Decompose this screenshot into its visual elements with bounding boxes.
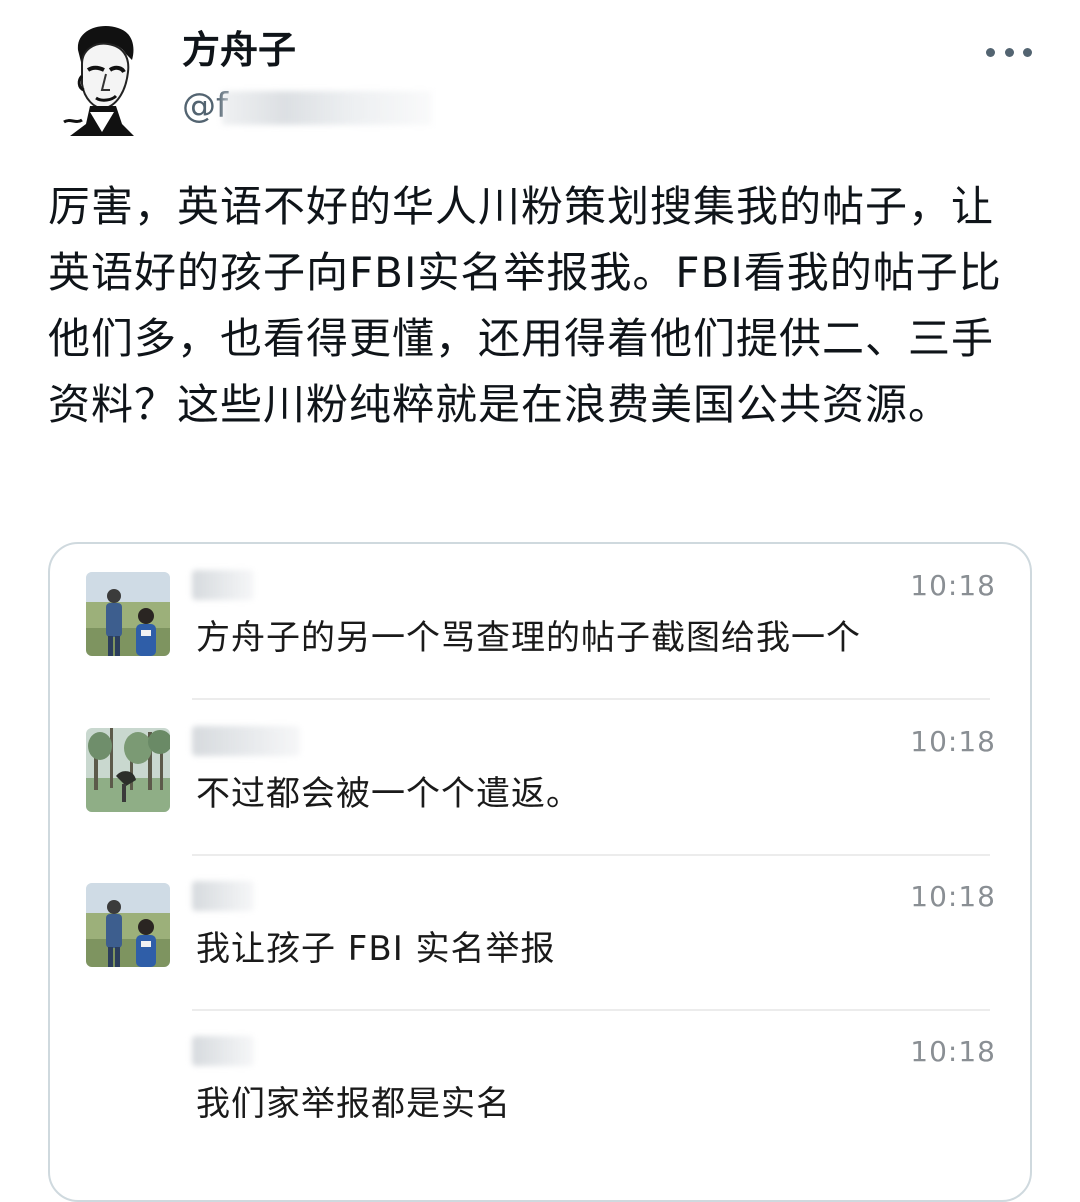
handle-redaction-blur (221, 90, 432, 125)
chat-message: 10:18 我让孩子 FBI 实名举报 (50, 855, 1030, 1011)
post-text: 厉害，英语不好的华人川粉策划搜集我的帖子，让英语好的孩子向FBI实名举报我。FB… (48, 182, 1002, 429)
more-dot-icon (1023, 47, 1032, 57)
chat-message-text: 我让孩子 FBI 实名举报 (196, 929, 556, 969)
chat-avatar (86, 883, 170, 967)
chat-timestamp: 10:18 (910, 880, 996, 913)
chat-timestamp: 10:18 (910, 569, 996, 602)
park-trees-photo-icon (86, 728, 170, 812)
author-avatar[interactable] (60, 20, 144, 136)
chat-message-text: 方舟子的另一个骂查理的帖子截图给我一个 (196, 618, 861, 658)
chat-message-text: 不过都会被一个个遣返。 (196, 774, 581, 814)
chat-sender-redaction (192, 881, 254, 911)
author-portrait-icon (60, 20, 144, 136)
two-people-photo-icon (86, 572, 170, 656)
chat-message: 10:18 方舟子的另一个骂查理的帖子截图给我一个 (50, 544, 1030, 700)
chat-message: 10:18 我们家举报都是实名 (50, 1010, 1030, 1166)
more-dot-icon (1004, 47, 1014, 57)
more-options-button[interactable] (986, 32, 1032, 72)
chat-avatar (86, 572, 170, 656)
author-handle[interactable]: @f (182, 84, 432, 128)
two-people-photo-icon (86, 883, 170, 967)
chat-message-text: 我们家举报都是实名 (196, 1084, 511, 1124)
chat-sender-redaction (192, 570, 254, 600)
chat-timestamp: 10:18 (910, 1035, 996, 1068)
chat-sender-redaction (192, 726, 300, 756)
more-dot-icon (986, 47, 995, 57)
chat-timestamp: 10:18 (910, 725, 996, 758)
chat-sender-redaction (192, 1036, 254, 1066)
embedded-image-card[interactable]: 10:18 方舟子的另一个骂查理的帖子截图给我一个 10:18 不过都会被一个个… (48, 542, 1032, 1202)
chat-message: 10:18 不过都会被一个个遣返。 (50, 700, 1030, 856)
chat-avatar (86, 728, 170, 812)
author-name[interactable]: 方舟子 (182, 24, 296, 76)
